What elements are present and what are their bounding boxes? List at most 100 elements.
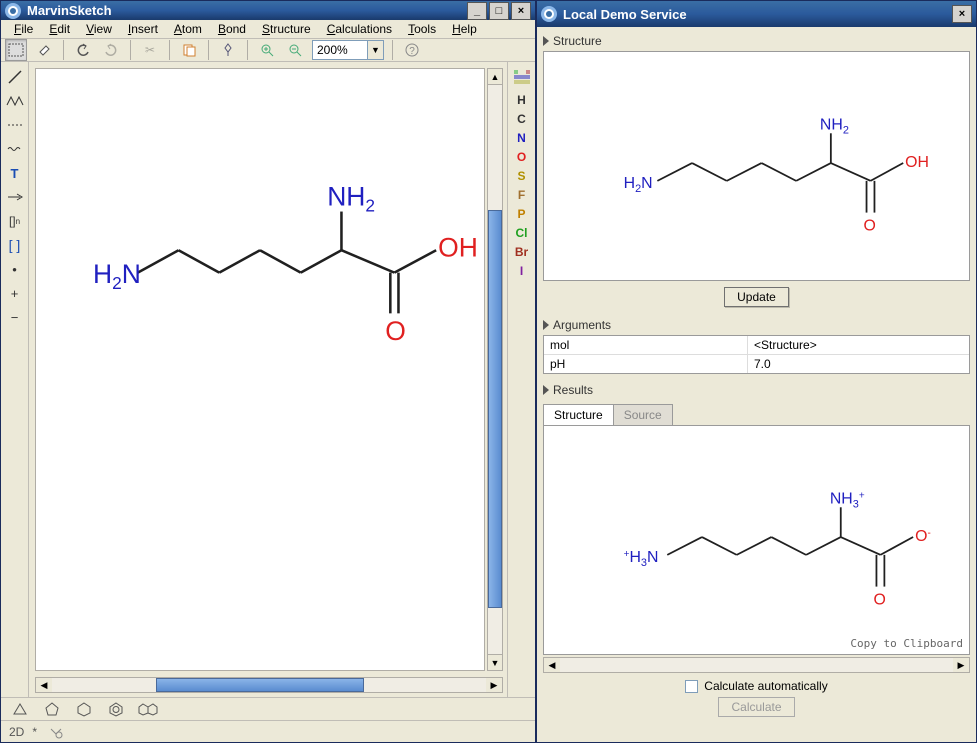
arg-value[interactable]: <Structure> bbox=[748, 336, 969, 354]
auto-calc-label: Calculate automatically bbox=[704, 679, 827, 693]
minus-tool[interactable]: − bbox=[4, 306, 26, 328]
plus-tool[interactable]: + bbox=[4, 282, 26, 304]
selection-tool-button[interactable] bbox=[5, 39, 27, 61]
horizontal-scrollbar[interactable]: ◀ ▶ bbox=[35, 677, 503, 693]
tab-structure[interactable]: Structure bbox=[543, 404, 614, 425]
menu-edit[interactable]: Edit bbox=[42, 20, 77, 38]
menu-help[interactable]: Help bbox=[445, 20, 484, 38]
bracket-tool[interactable]: []n bbox=[4, 210, 26, 232]
redo-button[interactable] bbox=[100, 39, 122, 61]
scroll-left-icon[interactable]: ◀ bbox=[36, 678, 52, 692]
hscroll-thumb[interactable] bbox=[156, 678, 364, 692]
zoom-in-button[interactable] bbox=[256, 39, 278, 61]
menu-structure[interactable]: Structure bbox=[255, 20, 318, 38]
update-button[interactable]: Update bbox=[724, 287, 789, 307]
menu-bond[interactable]: Bond bbox=[211, 20, 253, 38]
element-f[interactable]: F bbox=[518, 188, 525, 202]
service-icon bbox=[541, 6, 557, 22]
element-n[interactable]: N bbox=[517, 131, 526, 145]
titlebar-left[interactable]: MarvinSketch _ □ × bbox=[1, 1, 535, 20]
menu-tools[interactable]: Tools bbox=[401, 20, 443, 38]
titlebar-right[interactable]: Local Demo Service × bbox=[537, 1, 976, 27]
menu-calculations[interactable]: Calculations bbox=[320, 20, 399, 38]
element-br[interactable]: Br bbox=[515, 245, 528, 259]
menu-atom[interactable]: Atom bbox=[167, 20, 209, 38]
tab-source[interactable]: Source bbox=[613, 404, 673, 425]
minimize-button[interactable]: _ bbox=[467, 2, 487, 20]
table-row[interactable]: mol <Structure> bbox=[544, 336, 969, 355]
chain-tool[interactable] bbox=[4, 90, 26, 112]
section-structure-header[interactable]: Structure bbox=[543, 31, 970, 51]
ring-template-bar bbox=[1, 697, 535, 720]
wavy-bond-tool[interactable] bbox=[4, 138, 26, 160]
status-icon[interactable] bbox=[45, 721, 67, 743]
dot-tool[interactable]: • bbox=[4, 258, 26, 280]
scroll-up-icon[interactable]: ▲ bbox=[488, 69, 502, 85]
vertical-scrollbar[interactable]: ▲ ▼ bbox=[487, 68, 503, 671]
vscroll-thumb[interactable] bbox=[488, 210, 502, 608]
scroll-left-icon[interactable]: ◀ bbox=[544, 658, 560, 672]
zoom-input[interactable] bbox=[312, 40, 368, 60]
selection-bracket-tool[interactable]: [ ] bbox=[4, 234, 26, 256]
help-button[interactable]: ? bbox=[401, 39, 423, 61]
service-window: Local Demo Service × Structure bbox=[536, 0, 977, 743]
element-h[interactable]: H bbox=[517, 93, 526, 107]
eraser-tool-button[interactable] bbox=[33, 39, 55, 61]
close-button[interactable]: × bbox=[511, 2, 531, 20]
arrow-tool[interactable] bbox=[4, 186, 26, 208]
section-arguments-header[interactable]: Arguments bbox=[543, 315, 970, 335]
svg-text:O: O bbox=[873, 591, 885, 608]
arg-value[interactable]: 7.0 bbox=[748, 355, 969, 373]
single-bond-tool[interactable] bbox=[4, 66, 26, 88]
svg-text:O-: O- bbox=[915, 528, 931, 545]
maximize-button[interactable]: □ bbox=[489, 2, 509, 20]
menubar: File Edit View Insert Atom Bond Structur… bbox=[1, 20, 535, 39]
cyclopentane-template[interactable] bbox=[41, 698, 63, 720]
svg-text:O: O bbox=[864, 217, 876, 234]
menu-insert[interactable]: Insert bbox=[121, 20, 165, 38]
zoom-dropdown-icon[interactable]: ▼ bbox=[368, 40, 384, 60]
cyclohexane-template[interactable] bbox=[73, 698, 95, 720]
undo-button[interactable] bbox=[72, 39, 94, 61]
menu-file[interactable]: File bbox=[7, 20, 40, 38]
service-close-button[interactable]: × bbox=[952, 5, 972, 23]
expand-icon bbox=[543, 36, 549, 46]
menu-view[interactable]: View bbox=[79, 20, 119, 38]
left-tool-palette: T []n [ ] • + − bbox=[1, 62, 29, 697]
result-structure-viewer[interactable]: +H3N NH3+ O- O Copy to Clipboard bbox=[543, 425, 970, 655]
scroll-down-icon[interactable]: ▼ bbox=[488, 654, 502, 670]
copy-button[interactable] bbox=[178, 39, 200, 61]
section-arguments-label: Arguments bbox=[553, 318, 611, 332]
zoom-out-button[interactable] bbox=[284, 39, 306, 61]
arg-key: pH bbox=[544, 355, 748, 373]
input-structure-viewer[interactable]: H2N NH2 OH O bbox=[543, 51, 970, 281]
element-p[interactable]: P bbox=[517, 207, 525, 221]
drawing-canvas[interactable]: H2N NH2 OH O bbox=[35, 68, 485, 671]
dashed-bond-tool[interactable] bbox=[4, 114, 26, 136]
copy-to-clipboard-link[interactable]: Copy to Clipboard bbox=[850, 637, 963, 650]
benzene-template[interactable] bbox=[105, 698, 127, 720]
auto-calc-checkbox[interactable] bbox=[685, 680, 698, 693]
table-row[interactable]: pH 7.0 bbox=[544, 355, 969, 373]
results-tabs: Structure Source bbox=[543, 404, 970, 425]
element-o[interactable]: O bbox=[517, 150, 526, 164]
cut-button[interactable]: ✂ bbox=[139, 39, 161, 61]
scroll-right-icon[interactable]: ▶ bbox=[486, 678, 502, 692]
text-tool[interactable]: T bbox=[4, 162, 26, 184]
section-results-header[interactable]: Results bbox=[543, 380, 970, 400]
naphthalene-template[interactable] bbox=[137, 698, 159, 720]
element-i[interactable]: I bbox=[520, 264, 523, 278]
calculate-button[interactable]: Calculate bbox=[718, 697, 794, 717]
cyclopropane-template[interactable] bbox=[9, 698, 31, 720]
element-cl[interactable]: Cl bbox=[516, 226, 528, 240]
zoom-combo[interactable]: ▼ bbox=[312, 40, 384, 60]
element-s[interactable]: S bbox=[517, 169, 525, 183]
svg-text:?: ? bbox=[409, 46, 415, 57]
element-c[interactable]: C bbox=[517, 112, 526, 126]
svg-text:NH3+: NH3+ bbox=[830, 490, 865, 510]
results-hscroll[interactable]: ◀ ▶ bbox=[543, 657, 970, 673]
element-palette: H C N O S F P Cl Br I bbox=[507, 62, 535, 697]
clean-button[interactable] bbox=[217, 39, 239, 61]
scroll-right-icon[interactable]: ▶ bbox=[953, 658, 969, 672]
periodic-table-button[interactable] bbox=[511, 66, 533, 88]
